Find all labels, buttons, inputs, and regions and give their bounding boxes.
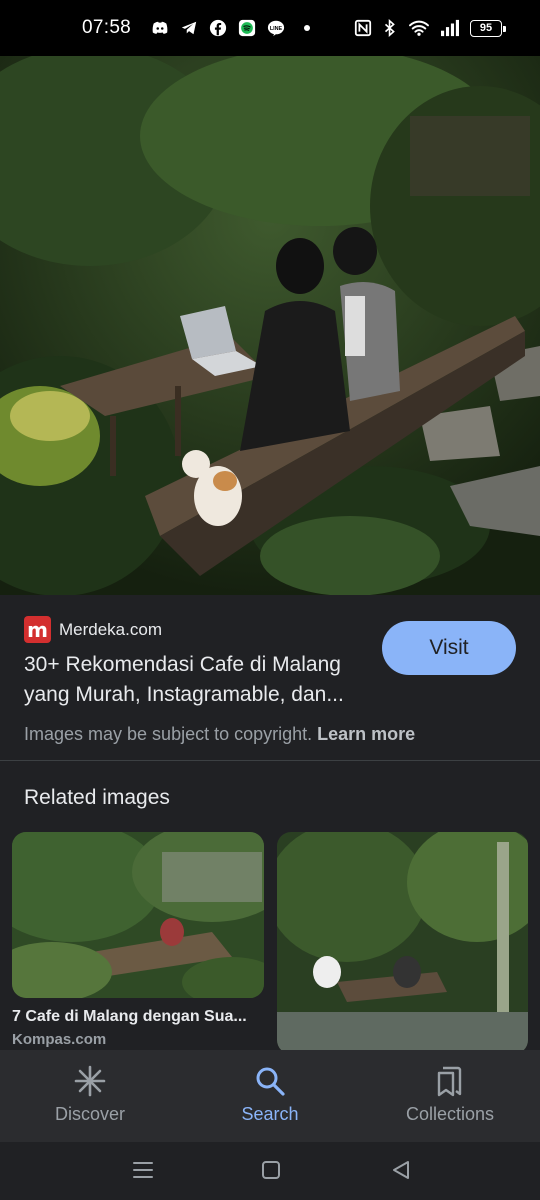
svg-text:LINE: LINE bbox=[270, 26, 283, 32]
discord-icon bbox=[152, 21, 168, 34]
learn-more-link[interactable]: Learn more bbox=[317, 724, 415, 744]
nfc-icon bbox=[354, 19, 372, 37]
divider bbox=[0, 760, 540, 761]
visit-button[interactable]: Visit bbox=[382, 621, 516, 675]
related-image-2[interactable] bbox=[277, 832, 528, 1054]
home-icon[interactable] bbox=[257, 1156, 285, 1184]
battery-level: 95 bbox=[479, 22, 493, 34]
related-caption-1[interactable]: 7 Cafe di Malang dengan Sua... bbox=[12, 1008, 264, 1026]
wifi-icon bbox=[409, 20, 429, 36]
main-image[interactable] bbox=[0, 56, 540, 595]
signal-icon bbox=[441, 19, 459, 37]
related-photo-1 bbox=[12, 832, 264, 998]
status-time: 07:58 bbox=[82, 17, 132, 38]
related-images-heading: Related images bbox=[24, 786, 170, 809]
collections-icon bbox=[437, 1066, 462, 1097]
bottom-navigation: Discover Search Collections bbox=[0, 1050, 540, 1142]
copyright-notice: Images may be subject to copyright. Lear… bbox=[24, 724, 415, 745]
dot-indicator bbox=[304, 25, 311, 31]
copyright-text: Images may be subject to copyright. bbox=[24, 724, 313, 744]
notification-icons: LINE bbox=[151, 19, 311, 37]
result-title[interactable]: 30+ Rekomendasi Cafe di Malang yang Mura… bbox=[24, 650, 374, 710]
telegram-icon bbox=[181, 21, 197, 35]
related-image-1[interactable] bbox=[12, 832, 264, 998]
search-icon bbox=[256, 1067, 285, 1096]
nav-discover-label: Discover bbox=[54, 1104, 125, 1124]
nav-collections[interactable]: Collections bbox=[360, 1050, 540, 1142]
bluetooth-icon bbox=[384, 19, 395, 37]
asterisk-icon bbox=[74, 1065, 106, 1097]
recent-apps-icon[interactable] bbox=[129, 1156, 157, 1184]
facebook-icon bbox=[209, 19, 227, 37]
source-row[interactable]: m Merdeka.com bbox=[24, 616, 162, 643]
merdeka-logo: m bbox=[24, 616, 51, 643]
related-source-1: Kompas.com bbox=[12, 1031, 107, 1048]
battery-icon: 95 bbox=[470, 19, 506, 37]
system-navigation-bar bbox=[0, 1142, 540, 1200]
nav-discover[interactable]: Discover bbox=[0, 1050, 180, 1142]
nav-collections-label: Collections bbox=[405, 1104, 495, 1124]
nav-search-label: Search bbox=[241, 1104, 299, 1124]
status-bar: 07:58 LINE 95 bbox=[0, 0, 540, 56]
back-icon[interactable] bbox=[387, 1156, 415, 1184]
nav-search[interactable]: Search bbox=[180, 1050, 360, 1142]
source-name[interactable]: Merdeka.com bbox=[59, 620, 162, 640]
cafe-garden-photo bbox=[0, 56, 540, 595]
line-icon: LINE bbox=[267, 20, 285, 37]
spotify-icon bbox=[238, 19, 256, 37]
system-status-icons: 95 bbox=[354, 19, 506, 37]
related-photo-2 bbox=[277, 832, 528, 1054]
